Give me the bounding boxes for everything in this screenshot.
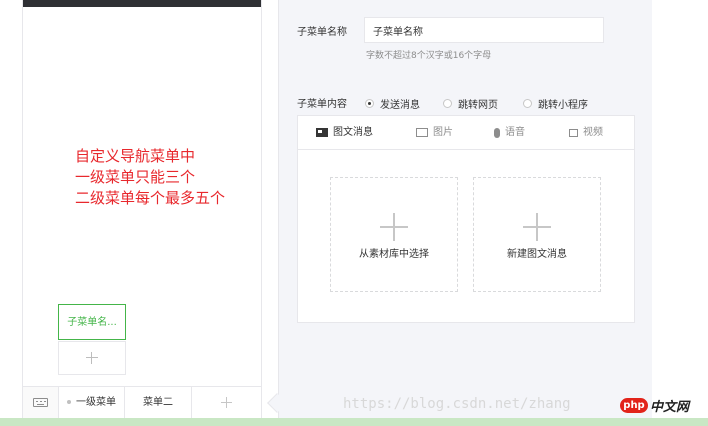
- annotation-text: 自定义导航菜单中 一级菜单只能三个 二级菜单每个最多五个: [75, 147, 226, 207]
- video-icon: [569, 128, 578, 137]
- phone-preview: 自定义导航菜单中 一级菜单只能三个 二级菜单每个最多五个 子菜单名... 一级菜…: [22, 0, 262, 419]
- keyboard-icon: [33, 398, 48, 407]
- php-logo: php: [620, 398, 648, 413]
- tab-image[interactable]: 图片: [416, 116, 453, 149]
- phone-header: [23, 0, 261, 7]
- message-content-box: 图文消息 图片 语音 视频 从素材库中选择 新建图文消息: [297, 115, 635, 323]
- radio-send-message[interactable]: 发送消息: [365, 96, 420, 111]
- menu-item-second[interactable]: 菜单二: [125, 387, 192, 419]
- name-label: 子菜单名称: [297, 27, 347, 38]
- radio-label: 跳转网页: [458, 100, 498, 111]
- sub-menu-item-active[interactable]: 子菜单名...: [58, 304, 126, 340]
- tab-label: 图片: [433, 127, 453, 138]
- menu-bar: 一级菜单 菜单二: [23, 386, 261, 419]
- watermark-url: https://blog.csdn.net/zhang: [343, 396, 571, 412]
- plus-icon: [380, 213, 408, 241]
- tab-label: 图文消息: [333, 127, 373, 138]
- image-icon: [416, 128, 428, 137]
- content-label: 子菜单内容: [297, 99, 347, 110]
- radio-jump-miniprogram[interactable]: 跳转小程序: [523, 96, 588, 111]
- menu-item-first[interactable]: 一级菜单: [59, 387, 125, 419]
- radio-jump-webpage[interactable]: 跳转网页: [443, 96, 498, 111]
- microphone-icon: [494, 127, 500, 138]
- add-sub-menu-button[interactable]: [58, 341, 126, 375]
- tab-label: 视频: [583, 127, 603, 138]
- menu-item-label: 一级菜单: [76, 397, 116, 408]
- add-menu-button[interactable]: [192, 387, 261, 419]
- bottom-strip: [0, 418, 708, 426]
- radio-unchecked-icon: [523, 99, 532, 108]
- submenu-dot-icon: [67, 400, 71, 404]
- tab-label: 语音: [505, 127, 525, 138]
- radio-checked-icon: [365, 99, 374, 108]
- radio-label: 跳转小程序: [538, 100, 588, 111]
- sub-menu-name-input[interactable]: [364, 17, 604, 43]
- name-tip: 字数不超过8个汉字或16个字母: [366, 51, 492, 61]
- new-news-card[interactable]: 新建图文消息: [473, 177, 601, 292]
- card-label: 从素材库中选择: [359, 249, 429, 260]
- plus-icon: [221, 397, 232, 408]
- keyboard-toggle[interactable]: [23, 387, 59, 419]
- radio-label: 发送消息: [380, 100, 420, 111]
- message-type-tabs: 图文消息 图片 语音 视频: [298, 116, 634, 150]
- plus-icon: [523, 213, 551, 241]
- tab-video[interactable]: 视频: [569, 116, 603, 149]
- tab-voice[interactable]: 语音: [494, 116, 525, 149]
- radio-unchecked-icon: [443, 99, 452, 108]
- php-site-name: 中文网: [650, 400, 690, 415]
- plus-icon: [86, 352, 98, 364]
- select-from-library-card[interactable]: 从素材库中选择: [330, 177, 458, 292]
- tab-news[interactable]: 图文消息: [316, 116, 373, 149]
- card-label: 新建图文消息: [507, 249, 567, 260]
- news-icon: [316, 128, 328, 137]
